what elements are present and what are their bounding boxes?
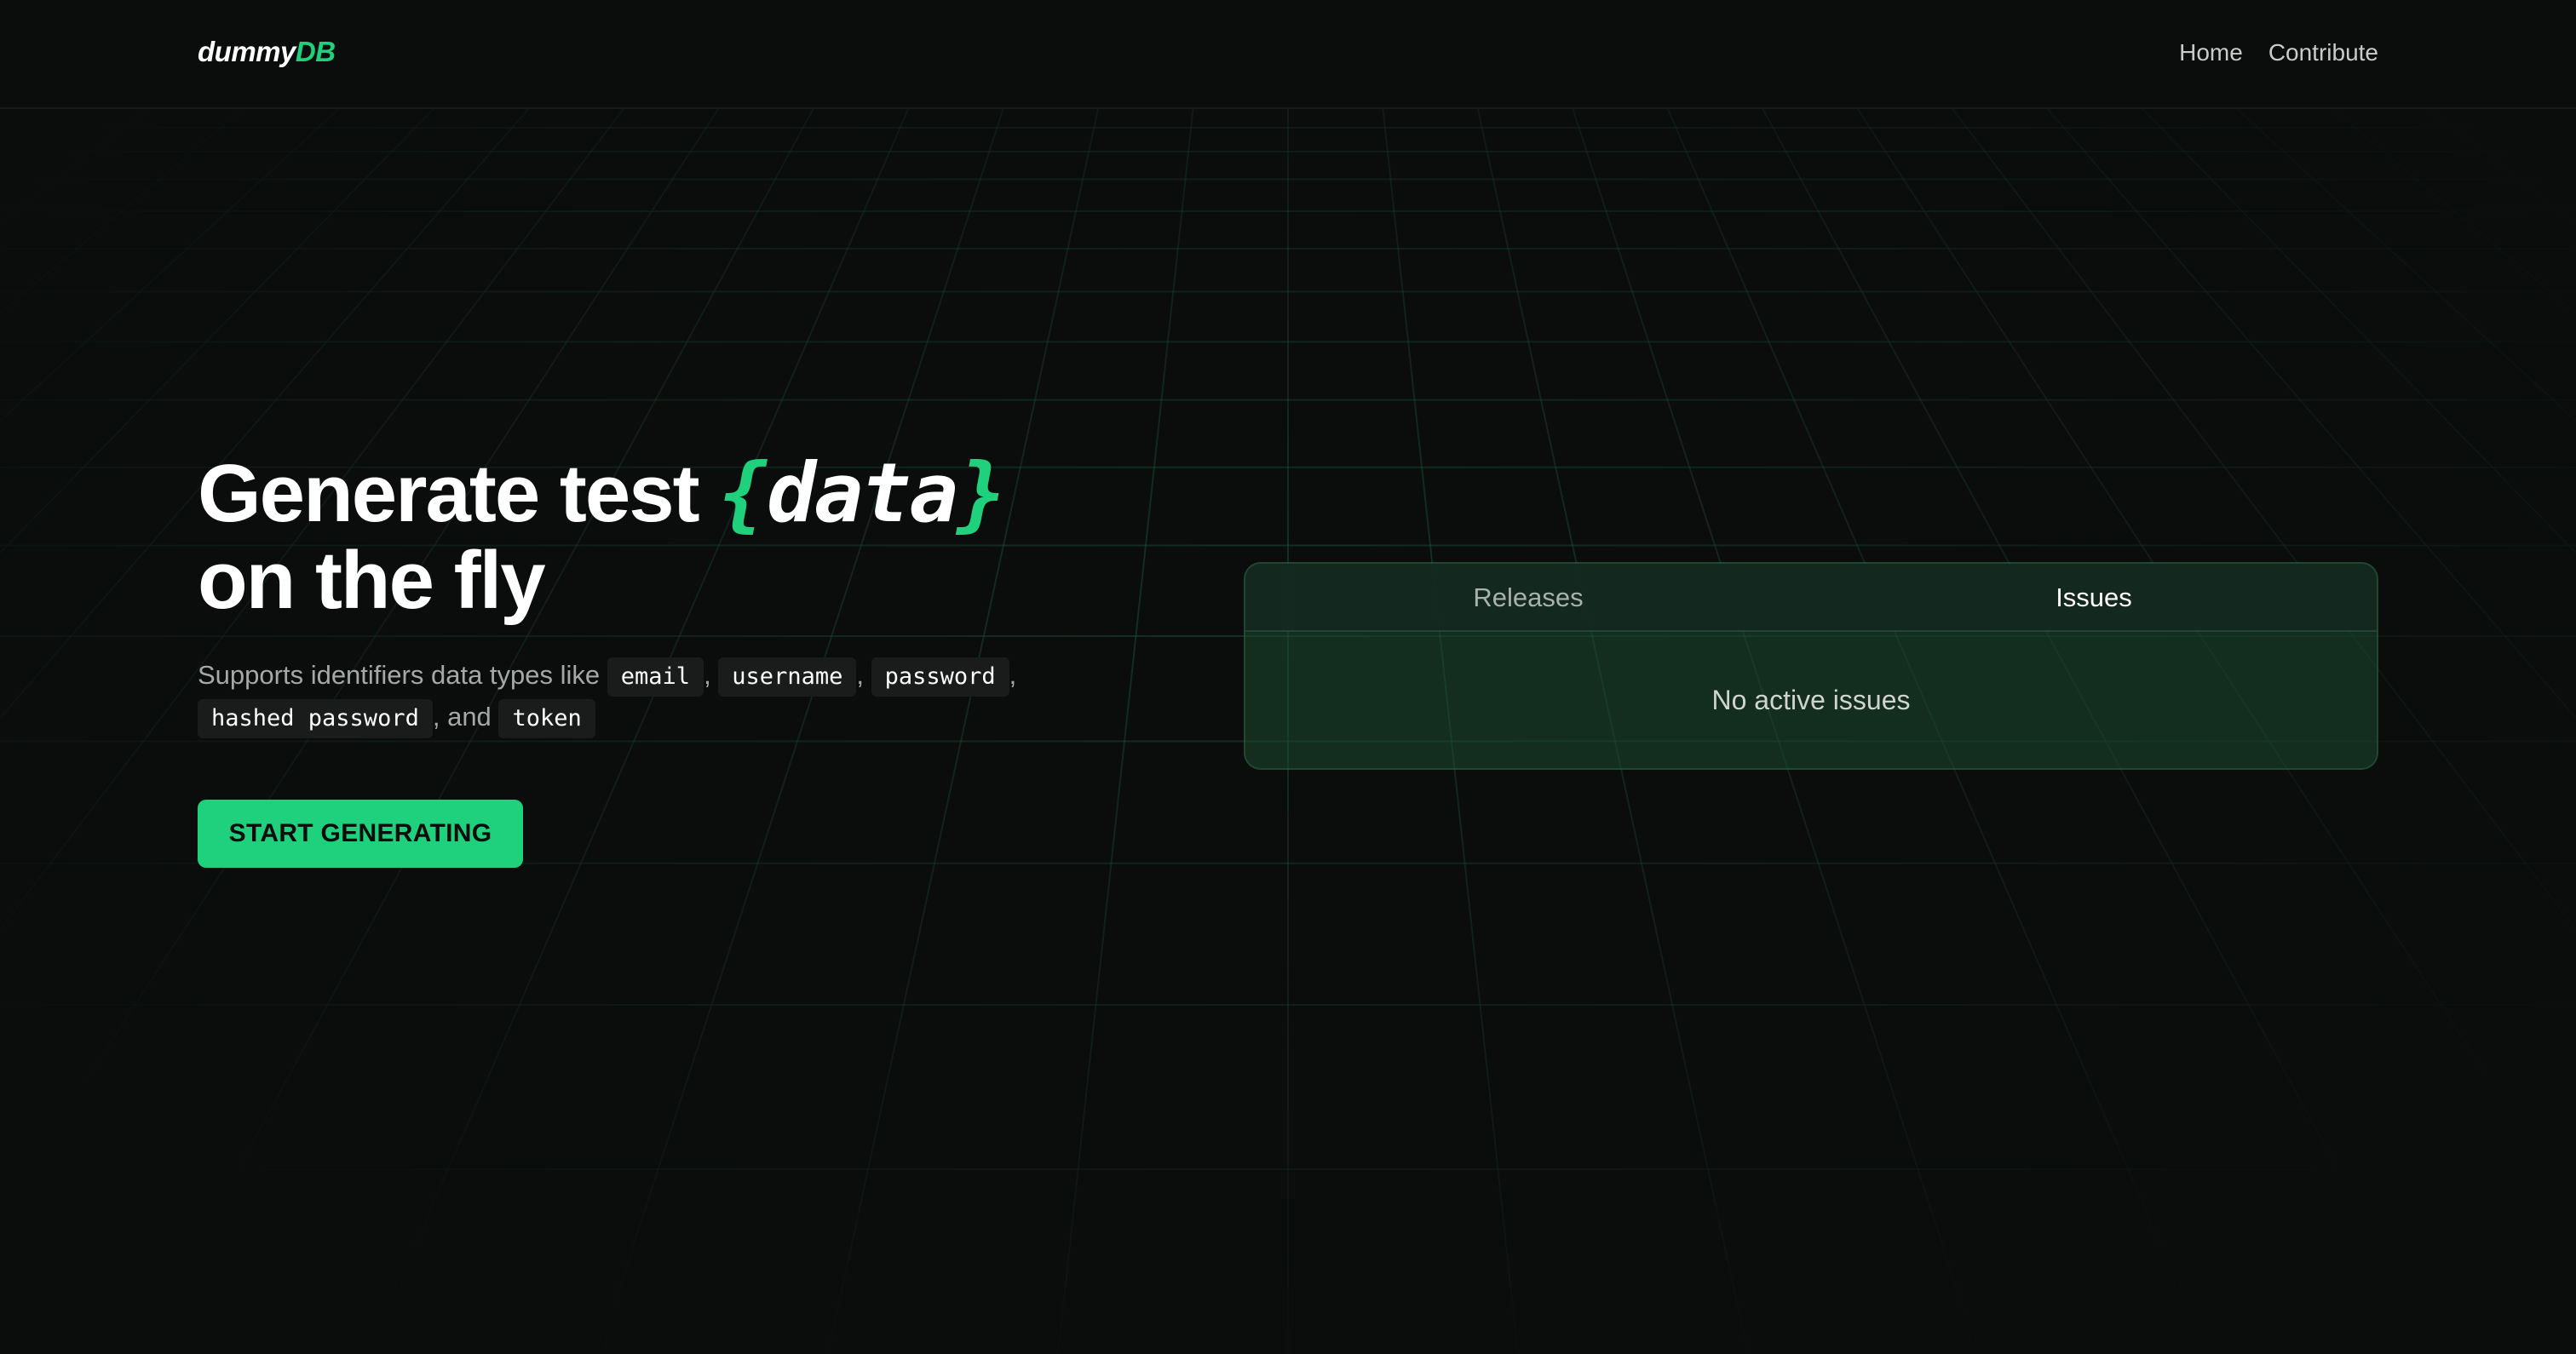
headline-text-2: on the fly (198, 535, 546, 626)
type-password: password (871, 657, 1009, 697)
type-hashed-password: hashed password (198, 699, 433, 738)
logo[interactable]: dummyDB (198, 36, 336, 68)
nav-links: Home Contribute (2179, 39, 2378, 66)
hero-subtitle: Supports identifiers data types like ema… (198, 655, 1101, 738)
grid-line (2427, 108, 2576, 225)
type-email: email (607, 657, 704, 697)
logo-text-db: DB (295, 36, 336, 67)
panel-body: No active issues (1245, 632, 2377, 768)
page: dummyDB Home Contribute Generate test {d… (0, 0, 2576, 1354)
brace-open: { (719, 445, 768, 541)
subtitle-prefix: Supports identifiers data types like (198, 660, 601, 690)
headline-highlight: data (767, 445, 958, 541)
logo-text-dummy: dummy (198, 36, 296, 67)
no-issues-message: No active issues (1711, 684, 1911, 715)
hero-headline: Generate test {data} on the fly (198, 450, 1135, 624)
type-token: token (498, 699, 595, 738)
releases-issues-panel: Releases Issues No active issues (1244, 562, 2378, 770)
start-generating-button[interactable]: START GENERATING (198, 800, 523, 868)
top-navbar: dummyDB Home Contribute (0, 0, 2576, 109)
type-username: username (718, 657, 857, 697)
nav-link-contribute[interactable]: Contribute (2268, 39, 2378, 66)
grid-line (0, 108, 55, 148)
hero-section: Generate test {data} on the fly Supports… (198, 450, 1135, 868)
grid-line (2521, 108, 2576, 148)
brace-close: } (957, 445, 1006, 541)
panel-tabs: Releases Issues (1245, 564, 2377, 632)
tab-issues[interactable]: Issues (1811, 564, 2377, 630)
grid-line (0, 108, 149, 225)
subtitle-and: and (447, 702, 492, 732)
headline-text-1: Generate test (198, 448, 700, 539)
tab-releases[interactable]: Releases (1245, 564, 1811, 630)
nav-link-home[interactable]: Home (2179, 39, 2243, 66)
